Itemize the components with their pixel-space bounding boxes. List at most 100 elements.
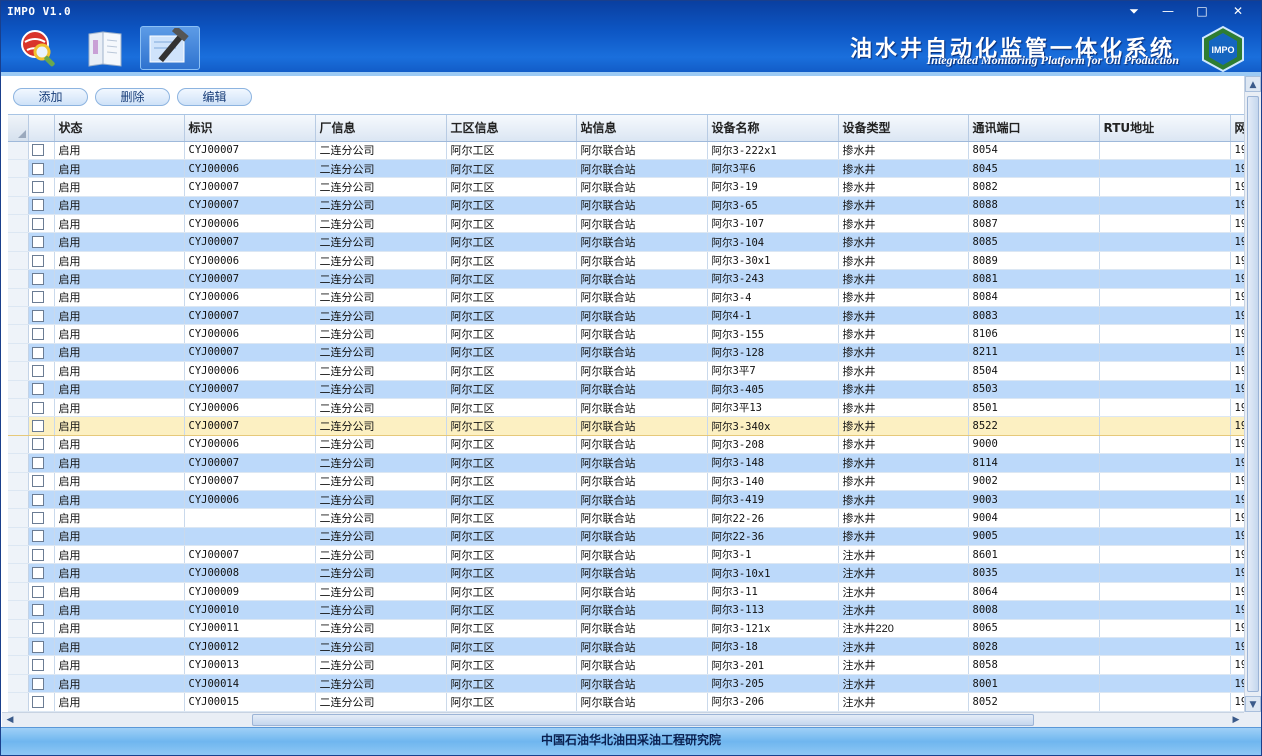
table-cell[interactable]: 阿尔工区	[446, 453, 577, 473]
table-cell[interactable]: 19	[1230, 343, 1244, 363]
table-row[interactable]: 启用CYJ00009二连分公司阿尔工区阿尔联合站阿尔3-11注水井8064 19	[8, 582, 1244, 602]
table-cell[interactable]: 阿尔22-36	[707, 527, 839, 547]
table-cell[interactable]: 8054	[968, 141, 1100, 160]
table-row[interactable]: 启用CYJ00006二连分公司阿尔工区阿尔联合站阿尔3-208掺水井9000 19	[8, 435, 1244, 455]
table-row[interactable]: 启用CYJ00007二连分公司阿尔工区阿尔联合站阿尔3-104掺水井8085 19	[8, 232, 1244, 252]
table-cell[interactable]: 注水井	[838, 600, 969, 620]
table-cell[interactable]: 二连分公司	[315, 214, 447, 234]
row-header[interactable]	[8, 472, 29, 491]
table-cell[interactable]: CYJ00008	[184, 563, 316, 583]
table-row[interactable]: 启用 CYJ00008 二连分公司 阿尔工区 阿尔联合站 阿尔3-10x1 注水井 8035 1…	[8, 563, 1244, 583]
table-cell[interactable]: 掺水井	[838, 288, 969, 308]
table-cell[interactable]	[1099, 251, 1231, 271]
table-cell[interactable]: 19	[1230, 545, 1244, 565]
table-cell[interactable]: 二连分公司	[315, 306, 447, 326]
table-cell[interactable]: 阿尔联合站	[576, 563, 708, 583]
table-row[interactable]: 启用 CYJ00007 二连分公司 阿尔工区 阿尔联合站 阿尔3-340x 掺水井 8522 1…	[8, 416, 1244, 436]
table-cell[interactable]: 19	[1230, 490, 1244, 510]
table-cell[interactable]: 19	[1230, 141, 1244, 160]
table-cell[interactable]: 阿尔3-10x1	[707, 563, 839, 583]
table-cell[interactable]: 注水井	[838, 545, 969, 565]
table-row[interactable]: 启用CYJ00013二连分公司阿尔工区阿尔联合站阿尔3-201注水井8058 19	[8, 655, 1244, 675]
row-checkbox[interactable]	[31, 254, 44, 267]
table-cell[interactable]: 二连分公司	[315, 159, 447, 179]
table-cell[interactable]: 二连分公司	[315, 692, 447, 712]
table-cell[interactable]: 掺水井	[838, 343, 969, 363]
table-cell[interactable]: 阿尔联合站	[576, 251, 708, 271]
row-header[interactable]	[8, 619, 29, 639]
column-header[interactable]: 厂信息	[315, 115, 447, 142]
table-cell[interactable]: 启用	[54, 453, 185, 473]
table-cell[interactable]: 阿尔联合站	[576, 269, 708, 289]
table-cell[interactable]	[1099, 637, 1231, 657]
table-cell[interactable]: 阿尔联合站	[576, 600, 708, 620]
table-row[interactable]: 启用 CYJ00006 二连分公司 阿尔工区 阿尔联合站 阿尔3-30x1 掺水井 8089 1…	[8, 251, 1244, 271]
table-cell[interactable]: 8001	[968, 674, 1100, 694]
table-cell[interactable]: 启用	[54, 472, 185, 491]
row-header[interactable]	[8, 232, 29, 252]
row-header[interactable]	[8, 582, 29, 602]
table-cell[interactable]	[1099, 692, 1231, 712]
table-cell[interactable]: 19	[1230, 196, 1244, 216]
row-checkbox[interactable]	[31, 604, 44, 616]
column-header[interactable]: 设备名称	[707, 115, 839, 142]
table-cell[interactable]: 阿尔联合站	[576, 619, 708, 639]
table-cell[interactable]: 阿尔联合站	[576, 508, 708, 528]
table-cell[interactable]	[1099, 508, 1231, 528]
row-header[interactable]	[8, 435, 29, 455]
table-cell[interactable]: 19	[1230, 177, 1244, 197]
table-cell[interactable]	[1099, 398, 1231, 418]
table-cell[interactable]	[184, 527, 316, 547]
table-cell[interactable]: 二连分公司	[315, 545, 447, 565]
table-cell[interactable]: 阿尔联合站	[576, 306, 708, 326]
table-cell[interactable]: 掺水井	[838, 141, 969, 160]
table-cell[interactable]: 二连分公司	[315, 655, 447, 675]
table-cell[interactable]: 启用	[54, 177, 185, 197]
table-cell[interactable]: 二连分公司	[315, 416, 447, 436]
table-cell[interactable]: 启用	[54, 692, 185, 712]
table-cell[interactable]: 启用	[54, 251, 185, 271]
row-checkbox[interactable]	[31, 640, 44, 653]
edit-button[interactable]: 编辑	[177, 88, 252, 106]
table-row[interactable]: 启用CYJ00007二连分公司阿尔工区阿尔联合站阿尔3-140掺水井9002 19	[8, 472, 1244, 491]
row-checkbox[interactable]	[31, 144, 44, 157]
row-checkbox[interactable]	[31, 659, 44, 672]
table-cell[interactable]	[1099, 214, 1231, 234]
table-cell[interactable]: 二连分公司	[315, 196, 447, 216]
table-cell[interactable]: 阿尔工区	[446, 619, 577, 639]
table-cell[interactable]: 二连分公司	[315, 674, 447, 694]
table-row[interactable]: 启用CYJ00007二连分公司阿尔工区阿尔联合站阿尔3-148掺水井8114 19	[8, 453, 1244, 473]
table-cell[interactable]: 阿尔联合站	[576, 214, 708, 234]
scroll-up-icon[interactable]: ▲	[1245, 76, 1261, 92]
table-cell[interactable]: 启用	[54, 361, 185, 381]
table-cell[interactable]: 19	[1230, 472, 1244, 491]
table-row[interactable]: 启用CYJ00006二连分公司阿尔工区阿尔联合站阿尔3-419掺水井9003 19	[8, 490, 1244, 510]
table-cell[interactable]: 阿尔工区	[446, 416, 577, 436]
table-row[interactable]: 启用CYJ00010二连分公司阿尔工区阿尔联合站阿尔3-113注水井8008 19	[8, 600, 1244, 620]
table-cell[interactable]: 8052	[968, 692, 1100, 712]
table-cell[interactable]: 二连分公司	[315, 563, 447, 583]
table-cell[interactable]: CYJ00007	[184, 416, 316, 436]
table-row[interactable]: 启用CYJ00006二连分公司阿尔工区阿尔联合站阿尔3-4掺水井8084 19	[8, 288, 1244, 308]
row-header[interactable]	[8, 159, 29, 179]
table-cell[interactable]: 阿尔联合站	[576, 674, 708, 694]
table-cell[interactable]: 8089	[968, 251, 1100, 271]
table-cell[interactable]: 8601	[968, 545, 1100, 565]
table-cell[interactable]: CYJ00006	[184, 288, 316, 308]
table-cell[interactable]: 二连分公司	[315, 141, 447, 160]
table-cell[interactable]: 19	[1230, 324, 1244, 344]
table-cell[interactable]: 阿尔3-340x	[707, 416, 839, 436]
table-cell[interactable]: CYJ00006	[184, 398, 316, 418]
add-button[interactable]: 添加	[13, 88, 88, 106]
row-header[interactable]	[8, 692, 29, 712]
table-cell[interactable]	[1099, 416, 1231, 436]
table-cell[interactable]: CYJ00007	[184, 380, 316, 399]
table-cell[interactable]: CYJ00006	[184, 490, 316, 510]
table-cell[interactable]: 阿尔联合站	[576, 398, 708, 418]
table-row[interactable]: 启用CYJ00007二连分公司阿尔工区阿尔联合站阿尔4-1掺水井8083 19	[8, 306, 1244, 326]
table-cell[interactable]: 二连分公司	[315, 288, 447, 308]
close-icon[interactable]: ✕	[1221, 3, 1255, 19]
row-header[interactable]	[8, 416, 29, 436]
table-cell[interactable]: 19	[1230, 655, 1244, 675]
table-cell[interactable]: 二连分公司	[315, 600, 447, 620]
